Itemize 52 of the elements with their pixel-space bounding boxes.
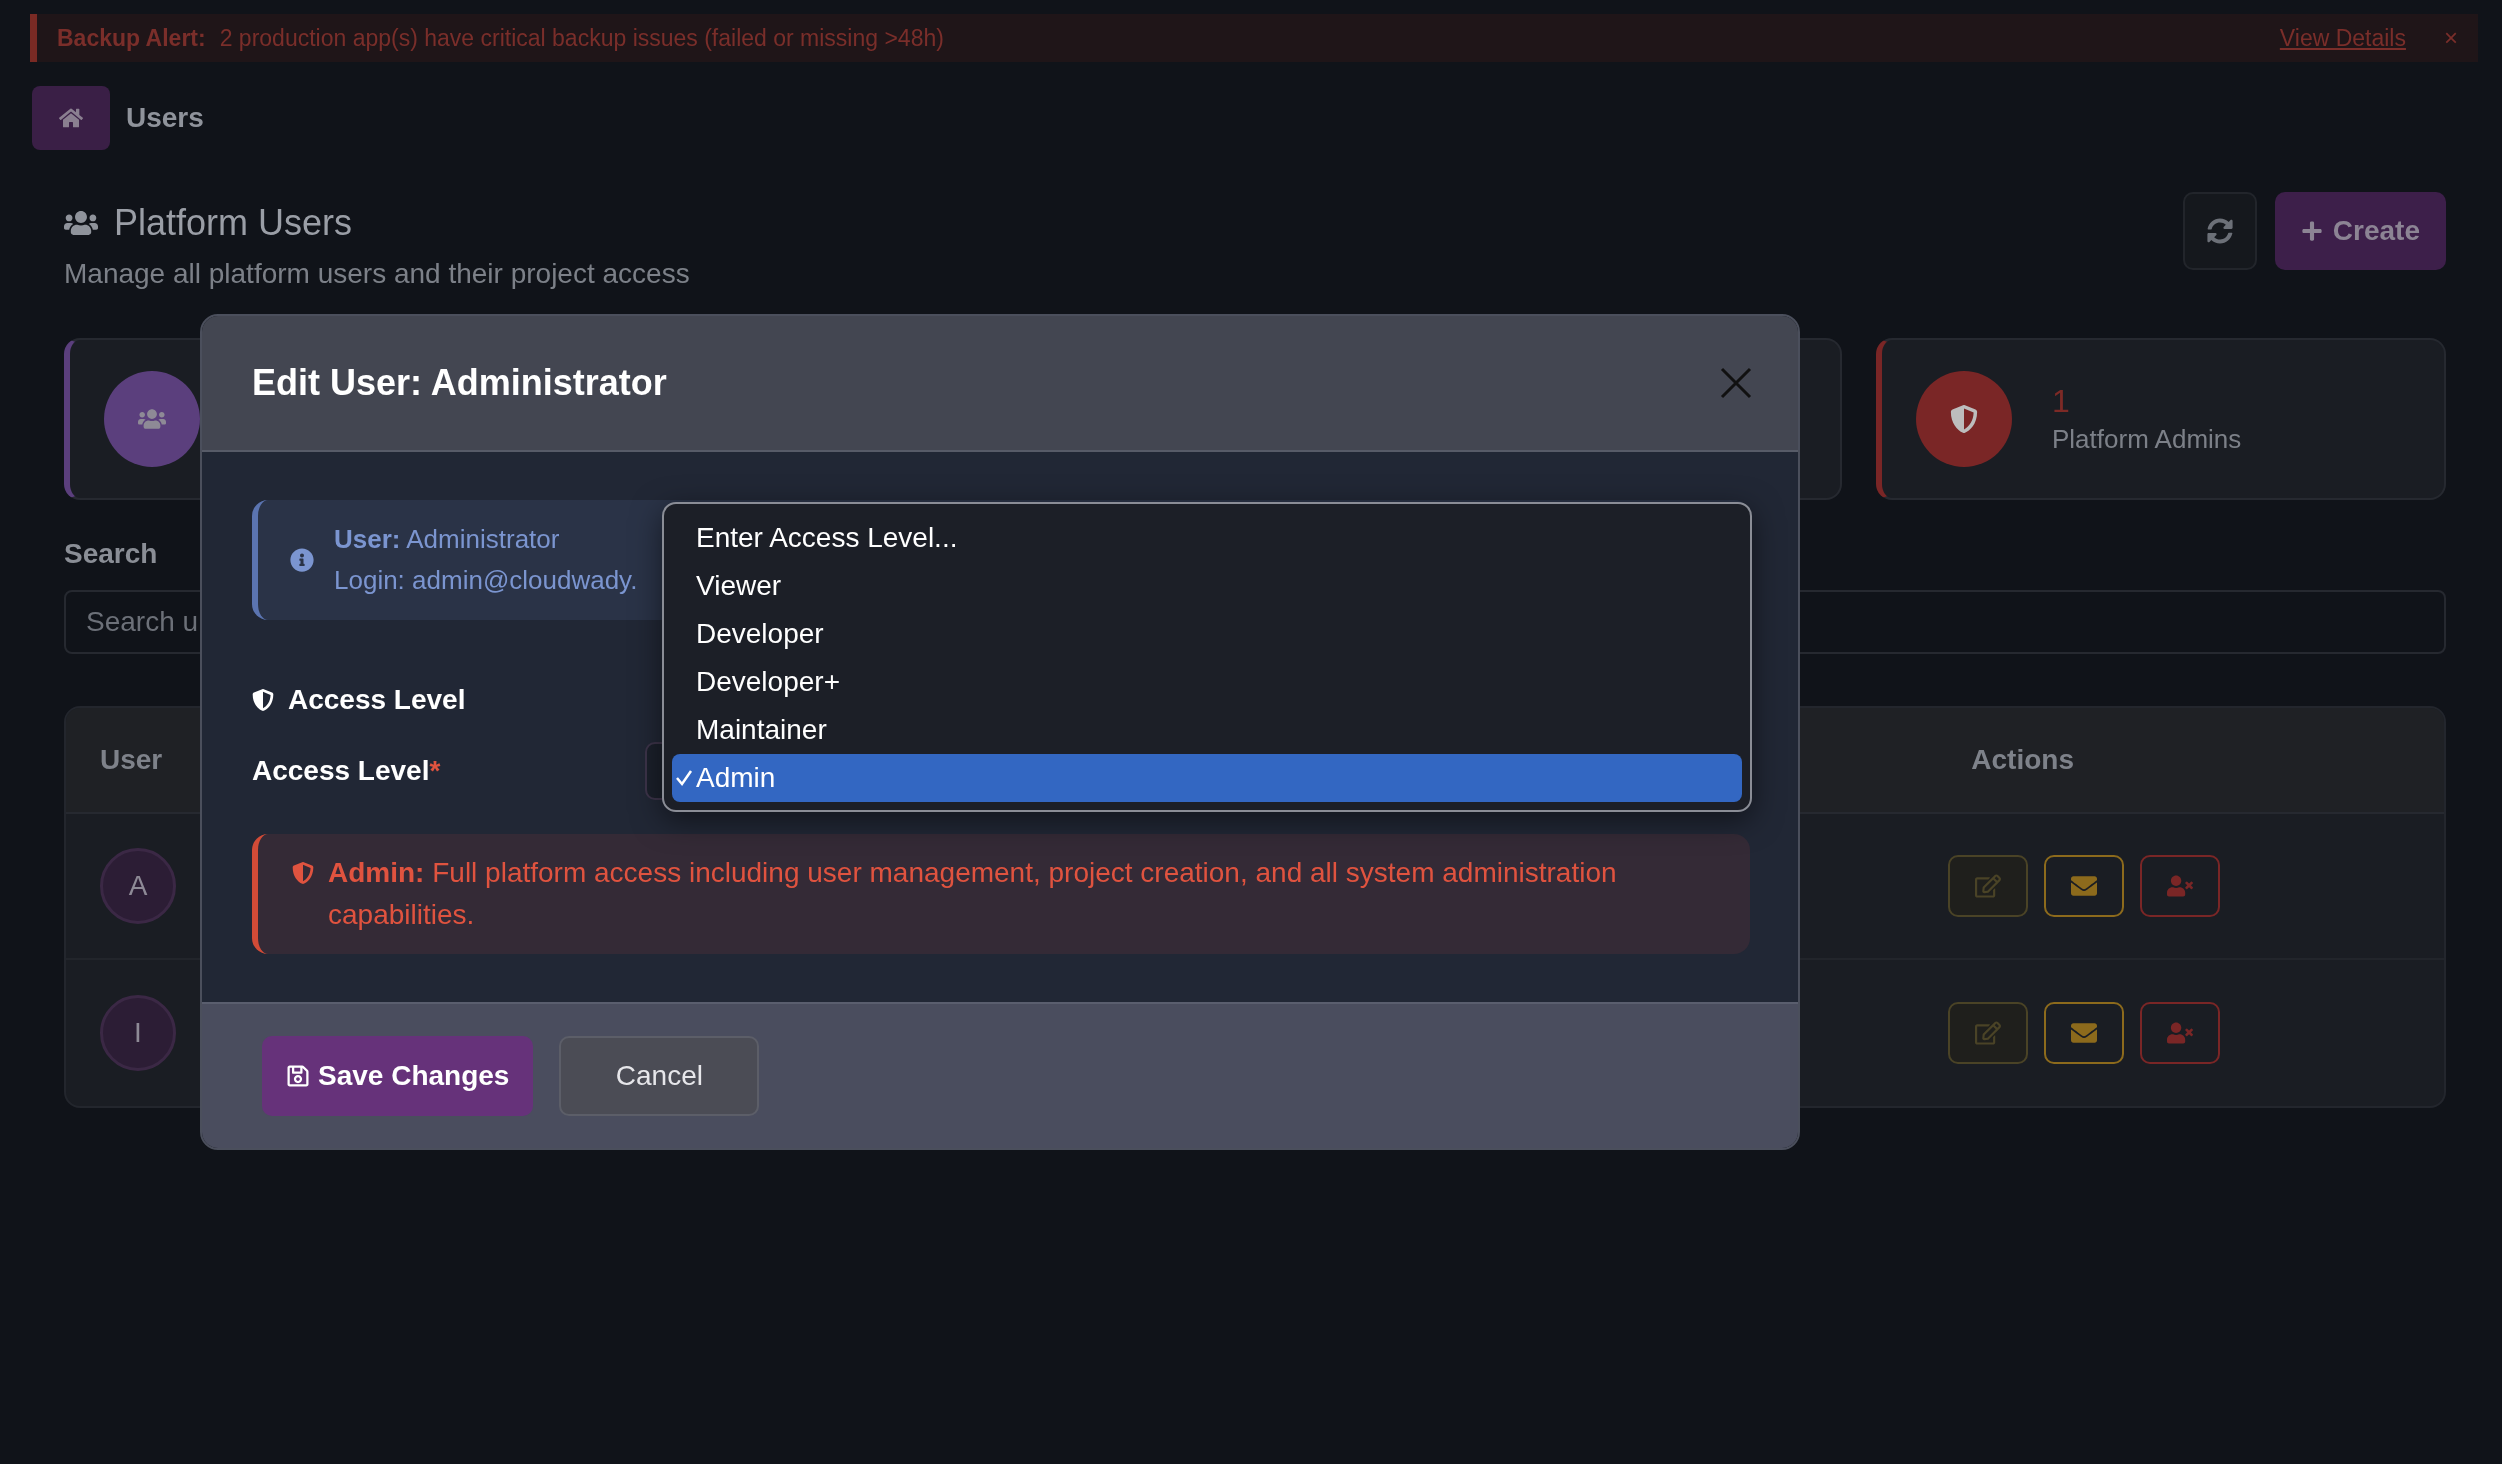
close-icon [1718,365,1754,401]
user-name-line: User: Administrator [334,524,561,555]
envelope-icon [2071,1020,2097,1046]
dropdown-option[interactable]: Admin [672,754,1742,802]
column-header: User [100,744,163,776]
user-avatar: I [100,995,176,1071]
check-icon [675,769,693,787]
edit-button[interactable] [1948,855,2028,917]
dropdown-option[interactable]: Viewer [672,562,1742,610]
edit-button[interactable] [1948,1002,2028,1064]
dialog-title: Edit User: Administrator [252,362,667,404]
user-remove-icon [2167,873,2193,899]
dropdown-option[interactable]: Developer+ [672,658,1742,706]
home-button[interactable] [32,86,110,150]
alert-message: 2 production app(s) have critical backup issues (failed or missing >48h) [219,24,945,52]
field-label: Access Level* [252,755,442,787]
refresh-icon [2206,218,2233,244]
cancel-button[interactable]: Cancel [559,1036,760,1116]
search-label: Search [64,538,158,570]
shield-icon [292,862,314,884]
info-icon [290,548,314,572]
stat-value: 1 [2052,383,2071,420]
dropdown-option[interactable]: Developer [672,610,1742,658]
email-button[interactable] [2044,1002,2124,1064]
login-line: Login: admin@cloudwady. [334,565,638,596]
save-changes-button[interactable]: Save Changes [262,1036,534,1116]
envelope-icon [2071,873,2097,899]
shield-icon [252,689,274,711]
page-subtitle: Manage all platform users and their project access [64,258,690,290]
dropdown-option[interactable]: Maintainer [672,706,1742,754]
home-icon [59,106,83,130]
close-button[interactable] [1718,365,1754,401]
column-header: Actions [1971,744,2074,776]
refresh-button[interactable] [2182,192,2257,270]
section-heading: Access Level [288,684,466,716]
stat-label: Platform Admins [2052,424,2242,455]
dropdown-option[interactable]: Enter Access Level... [672,514,1742,562]
remove-user-button[interactable] [2140,1002,2220,1064]
email-button[interactable] [2044,855,2124,917]
remove-user-button[interactable] [2140,855,2220,917]
alert-title: Backup Alert: [57,24,206,52]
user-remove-icon [2167,1020,2193,1046]
breadcrumb-current: Users [126,102,204,134]
page-title: Platform Users [114,202,353,244]
create-button[interactable]: Create [2274,192,2446,270]
access-description: Admin: Full platform access including user management, project creation, and all system administration capabilities. [328,856,1618,932]
edit-icon [1975,1020,2001,1046]
user-avatar: A [100,848,176,924]
save-icon [286,1064,310,1088]
edit-icon [1975,873,2001,899]
plus-icon [2300,220,2323,242]
shield-icon [1950,405,1978,433]
